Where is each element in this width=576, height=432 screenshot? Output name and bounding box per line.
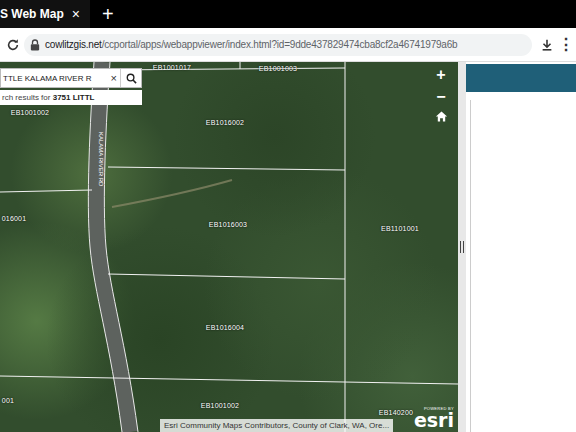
zoom-in-button[interactable]: + xyxy=(436,66,445,84)
reload-icon[interactable] xyxy=(6,38,20,52)
search-button[interactable] xyxy=(120,69,141,87)
home-icon[interactable] xyxy=(435,110,448,123)
panel-header xyxy=(466,64,576,92)
map-controls: + − xyxy=(432,66,450,123)
search-input[interactable]: TTLE KALAMA RIVER R xyxy=(1,74,108,83)
search-clear-button[interactable]: × xyxy=(108,72,120,84)
browser-tab[interactable]: S Web Map × xyxy=(0,0,90,28)
panel-body xyxy=(470,100,576,432)
road-label: KALAMA RIVER RD xyxy=(98,132,104,186)
app-body: KALAMA RIVER RD EB1001017 EB1001003 EB1001… xyxy=(0,62,576,432)
search-results[interactable]: rch results for 3751 LITTL xyxy=(0,90,142,105)
grip-icon xyxy=(459,241,465,253)
lock-icon[interactable] xyxy=(30,39,40,51)
search-widget: TTLE KALAMA RIVER R × rch results for 37… xyxy=(0,68,142,105)
parcel-label[interactable]: EB1016004 xyxy=(206,324,244,331)
parcel-label[interactable]: 016001 xyxy=(2,215,27,222)
map-view[interactable]: KALAMA RIVER RD EB1001017 EB1001003 EB1001… xyxy=(0,62,458,432)
zoom-out-button[interactable]: − xyxy=(436,88,445,106)
browser-window: S Web Map × + cowlitzgis.net/ccportal/ap… xyxy=(0,0,576,432)
browser-menu-button[interactable]: ⋮ xyxy=(558,35,572,54)
parcel-label[interactable]: EB1016002 xyxy=(206,119,244,126)
parcel-label[interactable]: EB1016003 xyxy=(209,221,247,228)
parcel-label[interactable]: EB1001017 xyxy=(153,64,191,71)
parcel-label[interactable]: 001 xyxy=(2,397,14,404)
magnifier-icon xyxy=(126,73,137,84)
download-icon[interactable] xyxy=(540,38,554,52)
tab-label: S Web Map xyxy=(0,7,64,21)
parcel-label[interactable]: EB1001003 xyxy=(259,65,297,72)
panel-splitter[interactable] xyxy=(458,62,466,432)
parcel-label[interactable]: EB1001002 xyxy=(11,109,49,116)
parcel-label[interactable]: EB1101001 xyxy=(381,225,419,232)
address-bar: cowlitzgis.net/ccportal/apps/webappviewe… xyxy=(0,28,576,62)
map-attribution: Esri Community Maps Contributors, County… xyxy=(160,419,393,432)
tab-bar: S Web Map × + xyxy=(0,0,576,28)
url-text: cowlitzgis.net/ccportal/apps/webappviewe… xyxy=(45,39,457,50)
esri-logo[interactable]: POWERED BY esri xyxy=(414,407,454,430)
tab-close-button[interactable]: × xyxy=(72,6,80,22)
url-field[interactable]: cowlitzgis.net/ccportal/apps/webappviewe… xyxy=(24,34,532,56)
parcel-lines xyxy=(0,62,458,432)
new-tab-button[interactable]: + xyxy=(102,4,114,24)
side-panel xyxy=(466,62,576,432)
parcel-label[interactable]: EB140200 xyxy=(379,409,413,416)
parcel-label[interactable]: EB1001002 xyxy=(201,402,239,409)
